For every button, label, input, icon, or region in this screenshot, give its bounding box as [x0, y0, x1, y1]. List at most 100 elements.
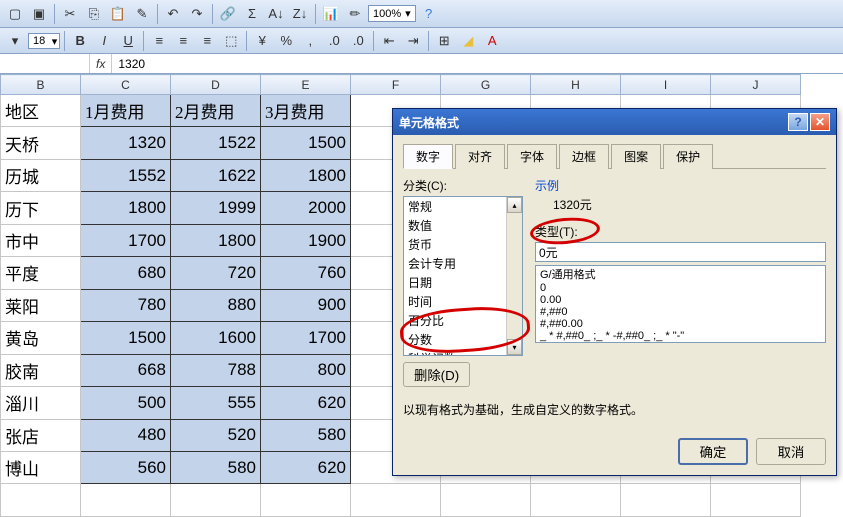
column-header[interactable]: E [261, 75, 351, 95]
italic-button[interactable]: I [93, 30, 115, 52]
align-right-icon[interactable]: ≡ [196, 30, 218, 52]
toolbar-btn[interactable]: ▣ [28, 3, 50, 25]
cell[interactable]: 900 [261, 289, 351, 321]
cell[interactable]: 1552 [81, 159, 171, 191]
cell[interactable] [531, 484, 621, 517]
sort-desc-icon[interactable]: Z↓ [289, 3, 311, 25]
cell[interactable]: 480 [81, 419, 171, 451]
decrease-decimal-icon[interactable]: .0 [347, 30, 369, 52]
merge-icon[interactable]: ⬚ [220, 30, 242, 52]
increase-decimal-icon[interactable]: .0 [323, 30, 345, 52]
fill-color-icon[interactable]: ◢ [457, 30, 479, 52]
cell[interactable]: 1600 [171, 322, 261, 354]
ok-button[interactable]: 确定 [678, 438, 748, 465]
cell[interactable]: 3月费用 [261, 95, 351, 127]
name-box[interactable] [0, 54, 90, 73]
cell[interactable]: 668 [81, 354, 171, 386]
dialog-titlebar[interactable]: 单元格格式 ? ✕ [393, 109, 836, 135]
bold-button[interactable]: B [69, 30, 91, 52]
cell[interactable]: 历城 [1, 159, 81, 191]
column-header[interactable]: B [1, 75, 81, 95]
cell[interactable]: 880 [171, 289, 261, 321]
cell[interactable]: 1800 [261, 159, 351, 191]
font-color-icon[interactable]: A [481, 30, 503, 52]
type-option-item[interactable]: 0.00 [536, 294, 825, 306]
cell[interactable]: 760 [261, 257, 351, 289]
delete-button[interactable]: 删除(D) [403, 362, 470, 387]
cell[interactable]: 莱阳 [1, 289, 81, 321]
cell[interactable] [171, 484, 261, 517]
underline-button[interactable]: U [117, 30, 139, 52]
fx-icon[interactable]: fx [90, 54, 112, 73]
cell[interactable]: 1700 [261, 322, 351, 354]
category-item[interactable]: 时间 [404, 292, 522, 311]
chart-icon[interactable]: 📊 [320, 3, 342, 25]
cell[interactable]: 张店 [1, 419, 81, 451]
cell[interactable] [711, 484, 801, 517]
help-icon[interactable]: ? [418, 3, 440, 25]
type-option-item[interactable]: G/通用格式 [536, 266, 825, 282]
cell[interactable]: 博山 [1, 451, 81, 483]
category-item[interactable]: 分数 [404, 330, 522, 349]
cell[interactable]: 580 [261, 419, 351, 451]
cell[interactable] [441, 484, 531, 517]
type-option-item[interactable]: _ * #,##0_ ;_ * -#,##0_ ;_ * "-" [536, 330, 825, 342]
type-option-item[interactable]: #,##0.00 [536, 318, 825, 330]
type-options-list[interactable]: G/通用格式00.00#,##0#,##0.00_ * #,##0_ ;_ * … [535, 265, 826, 343]
cell[interactable]: 788 [171, 354, 261, 386]
close-button[interactable]: ✕ [810, 113, 830, 131]
cell[interactable]: 1800 [81, 192, 171, 224]
column-header[interactable]: F [351, 75, 441, 95]
category-item[interactable]: 日期 [404, 273, 522, 292]
dialog-tab[interactable]: 保护 [663, 144, 713, 169]
comma-icon[interactable]: , [299, 30, 321, 52]
cell[interactable]: 620 [261, 451, 351, 483]
dialog-tab[interactable]: 字体 [507, 144, 557, 169]
cell[interactable]: 620 [261, 387, 351, 419]
cell[interactable] [261, 484, 351, 517]
borders-icon[interactable]: ⊞ [433, 30, 455, 52]
font-size-select[interactable]: 18 ▾ [28, 33, 60, 49]
cell[interactable]: 1800 [171, 224, 261, 256]
currency-icon[interactable]: ¥ [251, 30, 273, 52]
cell[interactable] [351, 484, 441, 517]
sort-asc-icon[interactable]: A↓ [265, 3, 287, 25]
cell[interactable]: 2月费用 [171, 95, 261, 127]
column-header[interactable]: G [441, 75, 531, 95]
cell[interactable]: 520 [171, 419, 261, 451]
cell[interactable]: 1700 [81, 224, 171, 256]
scroll-down-icon[interactable]: ▾ [507, 339, 522, 355]
type-option-item[interactable]: 0 [536, 282, 825, 294]
column-header[interactable]: I [621, 75, 711, 95]
dialog-tab[interactable]: 图案 [611, 144, 661, 169]
cell[interactable]: 历下 [1, 192, 81, 224]
scrollbar[interactable]: ▴ ▾ [506, 197, 522, 355]
cell[interactable]: 1320 [81, 127, 171, 159]
cell[interactable]: 1500 [261, 127, 351, 159]
decrease-indent-icon[interactable]: ⇤ [378, 30, 400, 52]
category-list[interactable]: 常规数值货币会计专用日期时间百分比分数科学记数文本特殊自定义 ▴ ▾ [403, 196, 523, 356]
align-center-icon[interactable]: ≡ [172, 30, 194, 52]
cell[interactable]: 黄岛 [1, 322, 81, 354]
cell[interactable]: 1999 [171, 192, 261, 224]
dialog-tab[interactable]: 边框 [559, 144, 609, 169]
copy-icon[interactable]: ⎘ [83, 3, 105, 25]
percent-icon[interactable]: % [275, 30, 297, 52]
cell[interactable]: 平度 [1, 257, 81, 289]
cell[interactable]: 1900 [261, 224, 351, 256]
cell[interactable] [81, 484, 171, 517]
cell[interactable]: 1月费用 [81, 95, 171, 127]
column-header[interactable]: D [171, 75, 261, 95]
cell[interactable]: 1622 [171, 159, 261, 191]
toolbar-btn[interactable]: ▢ [4, 3, 26, 25]
help-button[interactable]: ? [788, 113, 808, 131]
category-item[interactable]: 百分比 [404, 311, 522, 330]
cell[interactable]: 580 [171, 451, 261, 483]
redo-icon[interactable]: ↷ [186, 3, 208, 25]
increase-indent-icon[interactable]: ⇥ [402, 30, 424, 52]
zoom-select[interactable]: 100% ▾ [368, 5, 416, 22]
cell[interactable]: 720 [171, 257, 261, 289]
paste-icon[interactable]: 📋 [107, 3, 129, 25]
drawing-icon[interactable]: ✏ [344, 3, 366, 25]
scroll-up-icon[interactable]: ▴ [507, 197, 522, 213]
